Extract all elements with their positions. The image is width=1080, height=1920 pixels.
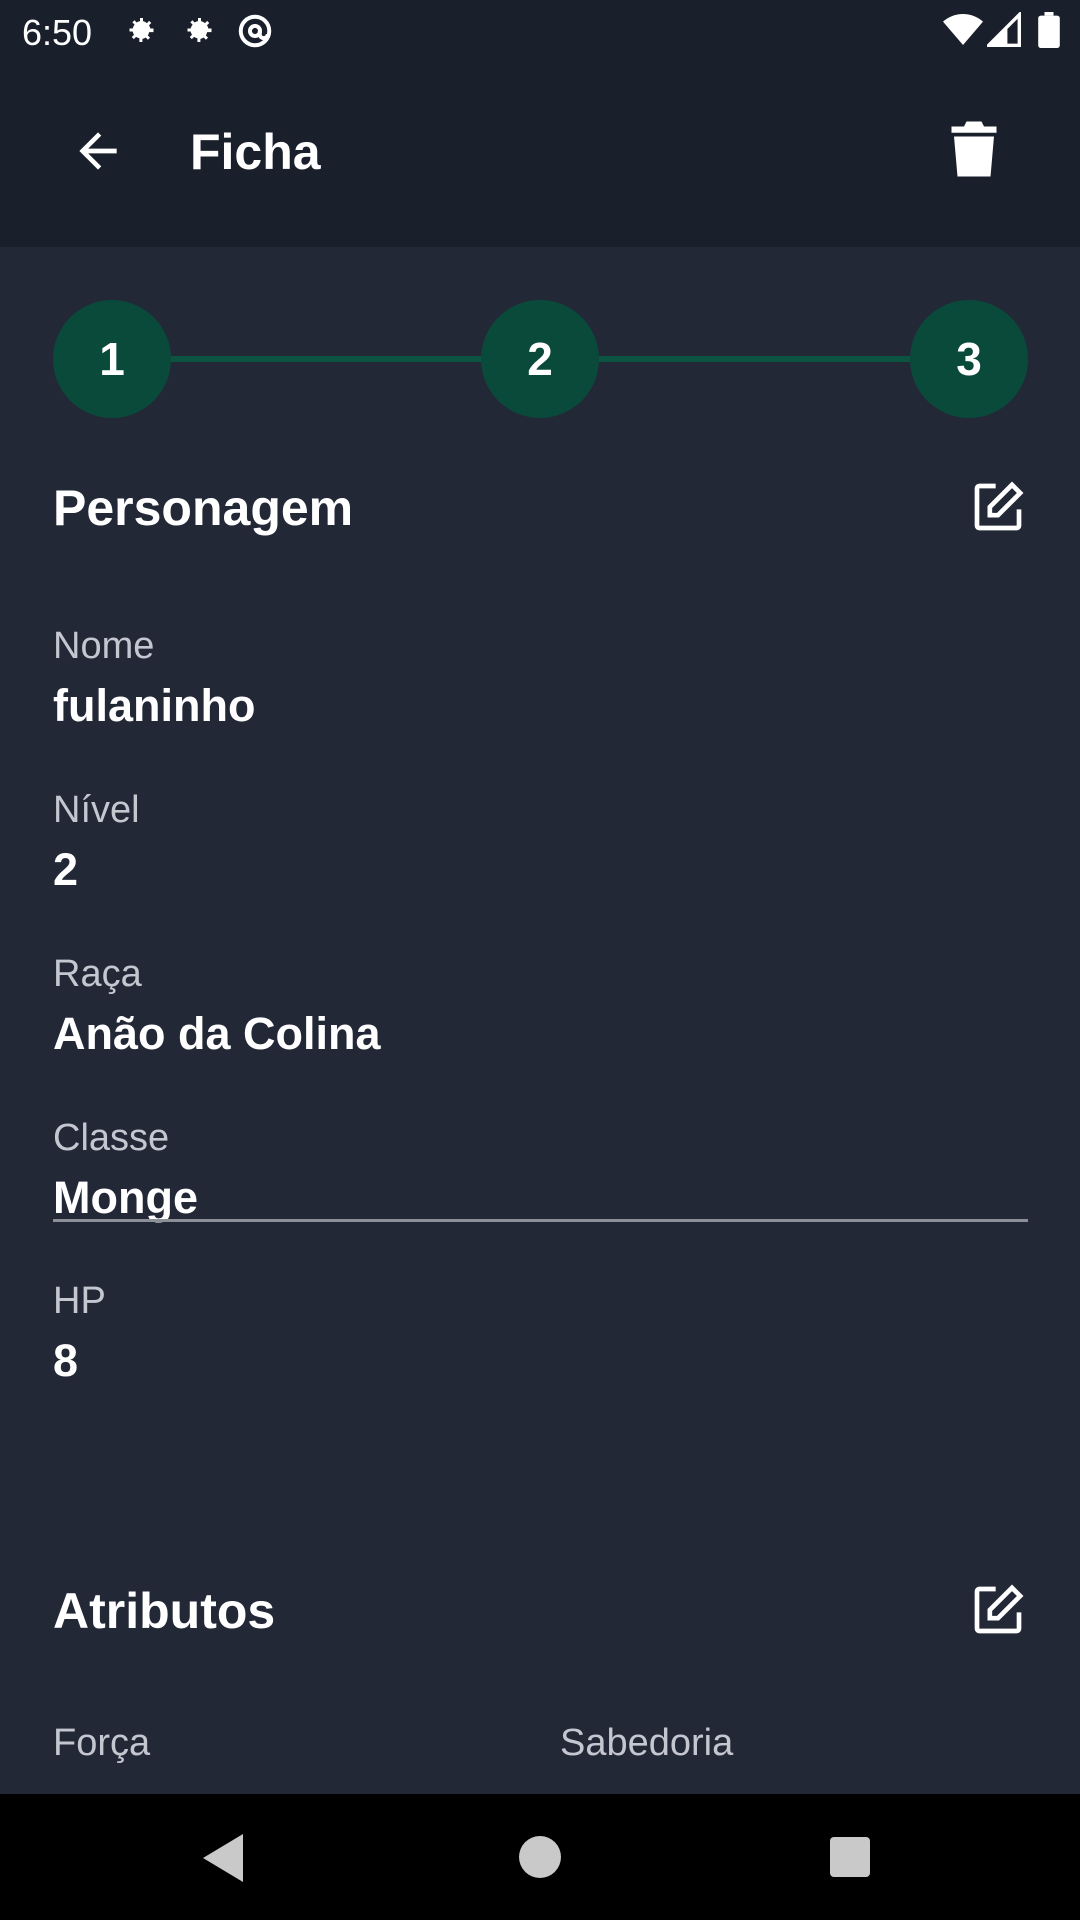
signal-icon	[984, 10, 1021, 53]
step-1[interactable]: 1	[53, 300, 171, 418]
field-value-nome: fulaninho	[53, 680, 256, 731]
step-3[interactable]: 3	[910, 300, 1028, 418]
back-button[interactable]	[70, 123, 140, 193]
personagem-title: Personagem	[53, 480, 354, 536]
field-label-nivel: Nível	[53, 789, 140, 831]
edit-personagem-button[interactable]	[970, 479, 1028, 537]
wifi-icon	[943, 12, 983, 53]
delete-button[interactable]	[948, 119, 1008, 189]
field-label-hp: HP	[53, 1280, 106, 1322]
step-number: 2	[527, 333, 553, 385]
stepper-connector	[171, 356, 481, 362]
system-nav-bar	[0, 1794, 1080, 1920]
field-label-classe: Classe	[53, 1117, 170, 1159]
battery-icon	[1038, 12, 1060, 53]
field-value-classe: Monge	[53, 1172, 198, 1223]
back-triangle-icon[interactable]	[203, 1834, 247, 1887]
content-area: 1 2 3 Personagem Nome fulaninho Nível 2 …	[0, 247, 1080, 1794]
status-time: 6:50	[22, 12, 93, 53]
step-number: 3	[956, 333, 982, 385]
field-value-hp: 8	[53, 1335, 79, 1386]
home-circle-icon[interactable]	[519, 1836, 561, 1883]
stepper-connector	[599, 356, 910, 362]
section-divider	[53, 1219, 1028, 1222]
field-label-forca: Força	[53, 1722, 151, 1764]
atributos-title: Atributos	[53, 1583, 276, 1639]
step-number: 1	[99, 333, 125, 385]
gear-icon	[122, 12, 158, 53]
field-value-raca: Anão da Colina	[53, 1008, 381, 1059]
step-2[interactable]: 2	[481, 300, 599, 418]
edit-icon	[970, 1584, 1026, 1642]
edit-atributos-button[interactable]	[970, 1582, 1028, 1640]
at-sign-icon	[236, 12, 274, 55]
field-label-nome: Nome	[53, 625, 155, 667]
stepper: 1 2 3	[53, 300, 1028, 418]
recents-square-icon[interactable]	[830, 1837, 870, 1882]
page-title: Ficha	[190, 124, 321, 180]
field-value-nivel: 2	[53, 844, 79, 895]
status-bar: 6:50	[0, 0, 1080, 63]
trash-icon	[948, 121, 1000, 183]
gear-icon	[180, 12, 216, 53]
arrow-left-icon	[70, 132, 126, 183]
field-label-raca: Raça	[53, 953, 142, 995]
app-bar: Ficha	[0, 63, 1080, 247]
edit-icon	[970, 481, 1026, 539]
field-label-sabedoria: Sabedoria	[560, 1722, 734, 1764]
